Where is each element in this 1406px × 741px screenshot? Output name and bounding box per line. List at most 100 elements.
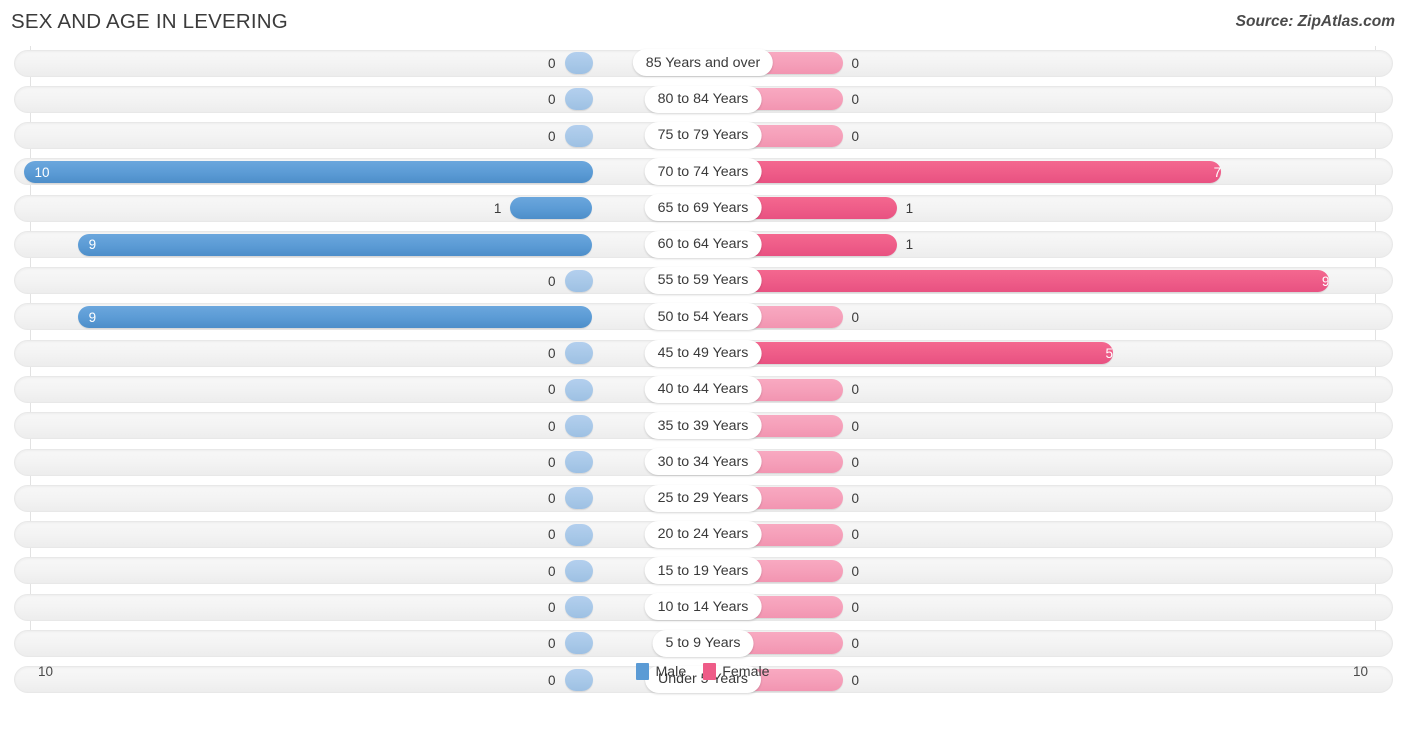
pyramid-rows: 0 0 85 Years and over 0 0 80 to 84 Years 0 0 75 … — [0, 46, 1406, 699]
value-label-male: 10 — [34, 164, 50, 180]
age-group-label: 50 to 54 Years — [657, 308, 749, 325]
chart-axis: 10 10 Male Female — [0, 655, 1406, 701]
age-group-pill[interactable]: 20 to 24 Years — [644, 520, 762, 548]
bar-male[interactable] — [510, 197, 593, 220]
value-label-female: 0 — [851, 382, 860, 398]
value-label-male: 9 — [88, 237, 97, 253]
age-group-pill[interactable]: 65 to 69 Years — [644, 194, 762, 222]
bar-male[interactable] — [564, 88, 593, 111]
bar-male[interactable] — [564, 269, 593, 292]
legend-label-female: Female — [722, 663, 770, 680]
bar-male[interactable] — [564, 487, 593, 510]
age-group-label: 20 to 24 Years — [657, 526, 749, 543]
pyramid-row: 0 0 30 to 34 Years — [0, 445, 1406, 481]
value-label-female: 0 — [851, 527, 860, 543]
page-title: SEX AND AGE IN LEVERING — [11, 10, 288, 33]
legend-swatch-male-icon — [636, 663, 650, 680]
pyramid-row: 0 5 45 to 49 Years — [0, 336, 1406, 372]
pyramid-row: 0 0 20 to 24 Years — [0, 517, 1406, 553]
pyramid-row: 0 0 85 Years and over — [0, 46, 1406, 82]
age-group-pill[interactable]: 5 to 9 Years — [652, 629, 754, 657]
bar-male[interactable] — [564, 378, 593, 401]
value-label-male: 0 — [547, 454, 556, 470]
pyramid-row: 0 0 75 to 79 Years — [0, 119, 1406, 155]
age-group-pill[interactable]: 60 to 64 Years — [644, 230, 762, 258]
bar-male[interactable] — [77, 233, 593, 256]
age-group-pill[interactable]: 25 to 29 Years — [644, 484, 762, 512]
age-group-pill[interactable]: 45 to 49 Years — [644, 339, 762, 367]
pyramid-row: 1 1 65 to 69 Years — [0, 191, 1406, 227]
value-label-female: 9 — [1321, 273, 1330, 289]
age-group-label: 45 to 49 Years — [657, 345, 749, 362]
pyramid-row: 0 0 10 to 14 Years — [0, 590, 1406, 626]
pyramid-row: 0 0 25 to 29 Years — [0, 481, 1406, 517]
source-attribution: Source: ZipAtlas.com — [1235, 13, 1395, 30]
bar-male[interactable] — [77, 306, 593, 329]
value-label-female: 0 — [851, 563, 860, 579]
bar-male[interactable] — [564, 596, 593, 619]
bar-male[interactable] — [564, 52, 593, 75]
pyramid-row: 0 0 35 to 39 Years — [0, 409, 1406, 445]
bar-male[interactable] — [564, 559, 593, 582]
bar-male[interactable] — [564, 632, 593, 655]
value-label-female: 0 — [851, 128, 860, 144]
age-group-pill[interactable]: 10 to 14 Years — [644, 593, 762, 621]
value-label-female: 0 — [851, 92, 860, 108]
value-label-female: 5 — [1105, 346, 1113, 362]
value-label-male: 0 — [547, 599, 556, 615]
legend-label-male: Male — [655, 663, 687, 680]
value-label-male: 0 — [547, 273, 556, 289]
bar-male[interactable] — [23, 160, 593, 183]
bar-male[interactable] — [564, 124, 593, 147]
age-group-pill[interactable]: 85 Years and over — [632, 49, 774, 77]
bar-male[interactable] — [564, 523, 593, 546]
value-label-female: 0 — [851, 454, 860, 470]
age-group-label: 80 to 84 Years — [657, 91, 749, 108]
age-group-label: 25 to 29 Years — [657, 490, 749, 507]
age-group-label: 10 to 14 Years — [657, 598, 749, 615]
age-group-pill[interactable]: 15 to 19 Years — [644, 557, 762, 585]
age-group-label: 5 to 9 Years — [665, 635, 741, 652]
bar-female[interactable] — [675, 269, 1330, 292]
legend-swatch-female-icon — [703, 663, 717, 680]
age-group-label: 65 to 69 Years — [657, 199, 749, 216]
age-group-pill[interactable]: 40 to 44 Years — [644, 375, 762, 403]
value-label-male: 0 — [547, 527, 556, 543]
legend-item-female[interactable]: Female — [703, 663, 770, 680]
value-label-female: 0 — [851, 418, 860, 434]
pyramid-row: 0 0 80 to 84 Years — [0, 82, 1406, 118]
age-group-pill[interactable]: 50 to 54 Years — [644, 303, 762, 331]
legend-item-male[interactable]: Male — [636, 663, 686, 680]
value-label-male: 0 — [547, 346, 556, 362]
pyramid-row: 0 0 40 to 44 Years — [0, 372, 1406, 408]
pyramid-row: 9 1 60 to 64 Years — [0, 227, 1406, 263]
chart-header: SEX AND AGE IN LEVERING Source: ZipAtlas… — [0, 0, 1406, 46]
value-label-female: 0 — [851, 309, 860, 325]
age-group-pill[interactable]: 80 to 84 Years — [644, 85, 762, 113]
value-label-male: 0 — [547, 563, 556, 579]
age-group-label: 35 to 39 Years — [657, 417, 749, 434]
age-group-label: 30 to 34 Years — [657, 453, 749, 470]
age-group-pill[interactable]: 70 to 74 Years — [644, 158, 762, 186]
age-group-pill[interactable]: 75 to 79 Years — [644, 121, 762, 149]
age-group-label: 40 to 44 Years — [657, 381, 749, 398]
bar-male[interactable] — [564, 414, 593, 437]
value-label-male: 0 — [547, 128, 556, 144]
value-label-female: 0 — [851, 599, 860, 615]
value-label-male: 0 — [547, 491, 556, 507]
bar-male[interactable] — [564, 342, 593, 365]
bar-male[interactable] — [564, 451, 593, 474]
age-group-pill[interactable]: 30 to 34 Years — [644, 448, 762, 476]
age-group-pill[interactable]: 35 to 39 Years — [644, 412, 762, 440]
age-group-pill[interactable]: 55 to 59 Years — [644, 266, 762, 294]
value-label-female: 1 — [905, 201, 914, 217]
value-label-male: 9 — [88, 309, 97, 325]
age-group-label: 70 to 74 Years — [657, 163, 749, 180]
age-group-label: 55 to 59 Years — [657, 272, 749, 289]
pyramid-row: 0 9 55 to 59 Years — [0, 264, 1406, 300]
chart-legend: Male Female — [0, 663, 1406, 680]
chart-plot-area: 0 0 85 Years and over 0 0 80 to 84 Years 0 0 75 … — [0, 46, 1406, 701]
pyramid-row: 10 7 70 to 74 Years — [0, 155, 1406, 191]
value-label-female: 0 — [851, 56, 860, 71]
value-label-male: 0 — [547, 382, 556, 398]
